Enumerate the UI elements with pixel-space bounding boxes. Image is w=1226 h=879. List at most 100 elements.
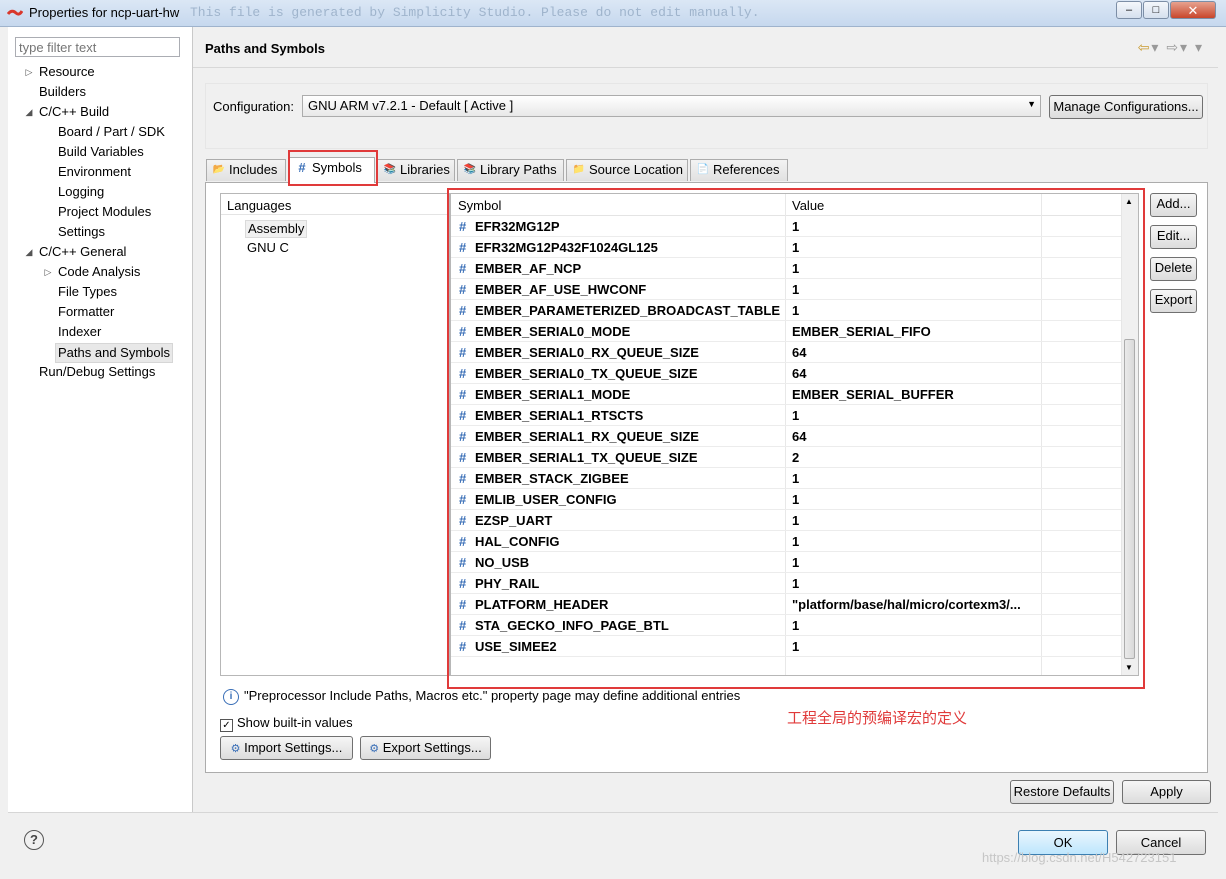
delete-button[interactable]: Delete xyxy=(1150,257,1197,281)
table-row[interactable]: # EFR32MG12P 1 xyxy=(451,216,1123,237)
hash-icon: # xyxy=(459,576,467,591)
sidebar-item-c-c-build[interactable]: ◢ C/C++ Build xyxy=(8,103,188,121)
table-row[interactable]: # NO_USB 1 xyxy=(451,552,1123,573)
table-row[interactable] xyxy=(451,657,1123,675)
expand-arrow-icon[interactable]: ▷ xyxy=(42,263,54,281)
table-row[interactable]: # PLATFORM_HEADER "platform/base/hal/micro… xyxy=(451,594,1123,615)
table-row[interactable]: # EMBER_SERIAL1_TX_QUEUE_SIZE 2 xyxy=(451,447,1123,468)
hash-icon: # xyxy=(459,324,467,339)
forward-arrow-icon[interactable]: ⇨ xyxy=(1166,39,1180,55)
sidebar-item-run-debug-settings[interactable]: Run/Debug Settings xyxy=(8,363,188,381)
back-dropdown-icon[interactable]: ▾ xyxy=(1151,39,1160,55)
sidebar-item-file-types[interactable]: File Types xyxy=(8,283,188,301)
show-builtin-checkbox[interactable]: ✓ Show built-in values xyxy=(220,715,353,732)
sidebar-item-c-c-general[interactable]: ◢ C/C++ General xyxy=(8,243,188,261)
table-row[interactable]: # EMBER_SERIAL0_RX_QUEUE_SIZE 64 xyxy=(451,342,1123,363)
sidebar-item-resource[interactable]: ▷ Resource xyxy=(8,63,188,81)
forward-dropdown-icon[interactable]: ▾ xyxy=(1180,39,1189,55)
sidebar-item-formatter[interactable]: Formatter xyxy=(8,303,188,321)
sidebar-item-logging[interactable]: Logging xyxy=(8,183,188,201)
table-row[interactable]: # STA_GECKO_INFO_PAGE_BTL 1 xyxy=(451,615,1123,636)
add-button[interactable]: Add... xyxy=(1150,193,1197,217)
symbols-table[interactable]: Symbol Value # EFR32MG12P 1 # EFR32MG12P432F… xyxy=(450,193,1139,676)
export-settings-button[interactable]: ⚙ Export Settings... xyxy=(360,736,491,760)
symbol-cell: EFR32MG12P xyxy=(475,219,560,234)
watermark: https://blog.csdn.net/H542723151 xyxy=(982,850,1177,865)
language-item-gnu-c[interactable]: GNU C xyxy=(245,240,291,256)
minimize-button[interactable]: – xyxy=(1116,1,1142,19)
table-row[interactable]: # EMBER_SERIAL1_RTSCTS 1 xyxy=(451,405,1123,426)
show-builtin-label: Show built-in values xyxy=(237,715,353,730)
scroll-up-icon[interactable]: ▲ xyxy=(1125,197,1133,206)
table-row[interactable]: # EMBER_SERIAL1_MODE EMBER_SERIAL_BUFFER xyxy=(451,384,1123,405)
sidebar-item-code-analysis[interactable]: ▷ Code Analysis xyxy=(8,263,188,281)
expand-arrow-icon[interactable]: ▷ xyxy=(23,63,35,81)
edit-button[interactable]: Edit... xyxy=(1150,225,1197,249)
sidebar-item-paths-and-symbols[interactable]: Paths and Symbols xyxy=(8,343,188,363)
table-row[interactable]: # EMBER_SERIAL1_RX_QUEUE_SIZE 64 xyxy=(451,426,1123,447)
tab-library-paths[interactable]: 📚 Library Paths xyxy=(457,159,564,181)
view-menu-icon[interactable]: ▾ xyxy=(1195,39,1204,55)
table-row[interactable]: # EMBER_AF_USE_HWCONF 1 xyxy=(451,279,1123,300)
restore-defaults-button[interactable]: Restore Defaults xyxy=(1010,780,1114,804)
sidebar-item-indexer[interactable]: Indexer xyxy=(8,323,188,341)
import-settings-button[interactable]: ⚙ Import Settings... xyxy=(220,736,353,760)
table-row[interactable]: # USE_SIMEE2 1 xyxy=(451,636,1123,657)
sidebar-item-builders[interactable]: Builders xyxy=(8,83,188,101)
hash-icon: # xyxy=(459,261,467,276)
vertical-scrollbar[interactable]: ▲ ▼ xyxy=(1121,194,1138,675)
includes-icon: 📂 xyxy=(212,164,226,175)
table-row[interactable]: # EMLIB_USER_CONFIG 1 xyxy=(451,489,1123,510)
value-cell: EMBER_SERIAL_BUFFER xyxy=(792,387,954,402)
back-arrow-icon[interactable]: ⇦ xyxy=(1138,39,1152,55)
table-row[interactable]: # EMBER_SERIAL0_TX_QUEUE_SIZE 64 xyxy=(451,363,1123,384)
hash-icon: # xyxy=(459,513,467,528)
column-header-value[interactable]: Value xyxy=(792,198,824,213)
export-button[interactable]: Export xyxy=(1150,289,1197,313)
hash-icon: # xyxy=(459,492,467,507)
help-icon[interactable]: ? xyxy=(24,830,44,850)
languages-list[interactable]: Languages Assembly GNU C xyxy=(220,193,450,676)
hash-icon: # xyxy=(459,597,467,612)
tab-includes[interactable]: 📂 Includes xyxy=(206,159,286,181)
sidebar-item-label: Project Modules xyxy=(58,204,152,219)
table-row[interactable]: # HAL_CONFIG 1 xyxy=(451,531,1123,552)
hash-icon: # xyxy=(459,282,467,297)
manage-configurations-button[interactable]: Manage Configurations... xyxy=(1049,95,1203,119)
sidebar-item-project-modules[interactable]: Project Modules xyxy=(8,203,188,221)
hash-icon: # xyxy=(459,534,467,549)
table-row[interactable]: # PHY_RAIL 1 xyxy=(451,573,1123,594)
table-row[interactable]: # EMBER_PARAMETERIZED_BROADCAST_TABLE 1 xyxy=(451,300,1123,321)
sidebar-item-environment[interactable]: Environment xyxy=(8,163,188,181)
tab-libraries[interactable]: 📚 Libraries xyxy=(377,159,455,181)
symbol-cell: EMBER_SERIAL1_TX_QUEUE_SIZE xyxy=(475,450,698,465)
collapse-arrow-icon[interactable]: ◢ xyxy=(23,103,35,121)
table-header: Symbol Value xyxy=(451,194,1138,216)
sidebar-item-settings[interactable]: Settings xyxy=(8,223,188,241)
filter-input[interactable] xyxy=(15,37,180,57)
symbol-cell: EZSP_UART xyxy=(475,513,553,528)
table-row[interactable]: # EFR32MG12P432F1024GL125 1 xyxy=(451,237,1123,258)
apply-button[interactable]: Apply xyxy=(1122,780,1211,804)
collapse-arrow-icon[interactable]: ◢ xyxy=(23,243,35,261)
language-item-assembly[interactable]: Assembly xyxy=(245,220,308,238)
tab-symbols[interactable]: # Symbols xyxy=(289,157,375,183)
checkbox-checked-icon[interactable]: ✓ xyxy=(220,719,233,732)
close-button[interactable]: ✕ xyxy=(1170,1,1216,19)
scroll-down-icon[interactable]: ▼ xyxy=(1125,663,1133,672)
column-header-symbol[interactable]: Symbol xyxy=(458,198,501,213)
table-row[interactable]: # EMBER_STACK_ZIGBEE 1 xyxy=(451,468,1123,489)
maximize-button[interactable]: □ xyxy=(1143,1,1169,19)
tab-source-location[interactable]: 📁 Source Location xyxy=(566,159,688,181)
value-cell: 1 xyxy=(792,471,800,486)
sidebar-item-board-part-sdk[interactable]: Board / Part / SDK xyxy=(8,123,188,141)
table-row[interactable]: # EMBER_AF_NCP 1 xyxy=(451,258,1123,279)
scrollbar-thumb[interactable] xyxy=(1124,339,1135,659)
sidebar-item-label: Board / Part / SDK xyxy=(58,124,165,139)
tab-references[interactable]: 📄 References xyxy=(690,159,788,181)
info-text: "Preprocessor Include Paths, Macros etc.… xyxy=(244,688,741,703)
table-row[interactable]: # EMBER_SERIAL0_MODE EMBER_SERIAL_FIFO xyxy=(451,321,1123,342)
sidebar-item-build-variables[interactable]: Build Variables xyxy=(8,143,188,161)
table-row[interactable]: # EZSP_UART 1 xyxy=(451,510,1123,531)
configuration-select[interactable]: GNU ARM v7.2.1 - Default [ Active ] ▼ xyxy=(302,95,1041,117)
